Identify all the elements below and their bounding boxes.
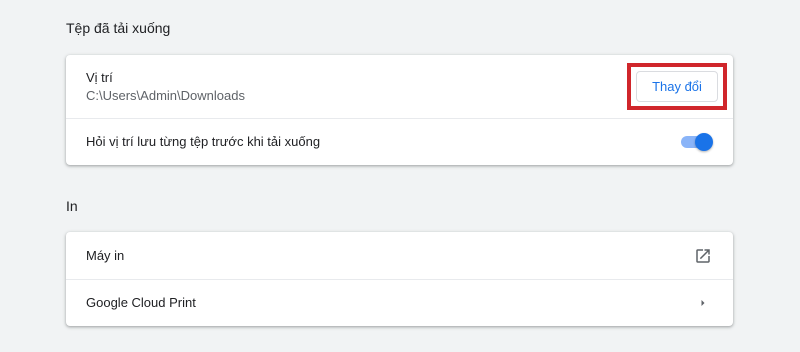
change-location-button[interactable]: Thay đổi <box>636 71 718 102</box>
cloud-print-row[interactable]: Google Cloud Print <box>66 279 733 326</box>
arrow-right-icon[interactable] <box>693 293 713 313</box>
print-card: Máy in Google Cloud Print <box>66 232 733 326</box>
printers-row[interactable]: Máy in <box>66 232 733 279</box>
location-label: Vị trí <box>86 69 113 85</box>
downloads-card: Vị trí C:\Users\Admin\Downloads Thay đổi… <box>66 55 733 165</box>
print-section-title: In <box>66 198 78 214</box>
ask-location-toggle[interactable] <box>679 133 713 151</box>
ask-location-row[interactable]: Hỏi vị trí lưu từng tệp trước khi tải xu… <box>66 118 733 165</box>
downloads-section-title: Tệp đã tải xuống <box>66 20 171 36</box>
toggle-knob <box>695 133 713 151</box>
ask-location-label: Hỏi vị trí lưu từng tệp trước khi tải xu… <box>86 134 321 149</box>
settings-page: Tệp đã tải xuống Vị trí C:\Users\Admin\D… <box>0 0 800 352</box>
highlight-box: Thay đổi <box>627 63 727 110</box>
location-path: C:\Users\Admin\Downloads <box>86 87 245 103</box>
download-location-row: Vị trí C:\Users\Admin\Downloads Thay đổi <box>66 55 733 118</box>
cloud-print-label: Google Cloud Print <box>86 295 196 310</box>
open-in-new-icon[interactable] <box>693 246 713 266</box>
printers-label: Máy in <box>86 247 125 263</box>
